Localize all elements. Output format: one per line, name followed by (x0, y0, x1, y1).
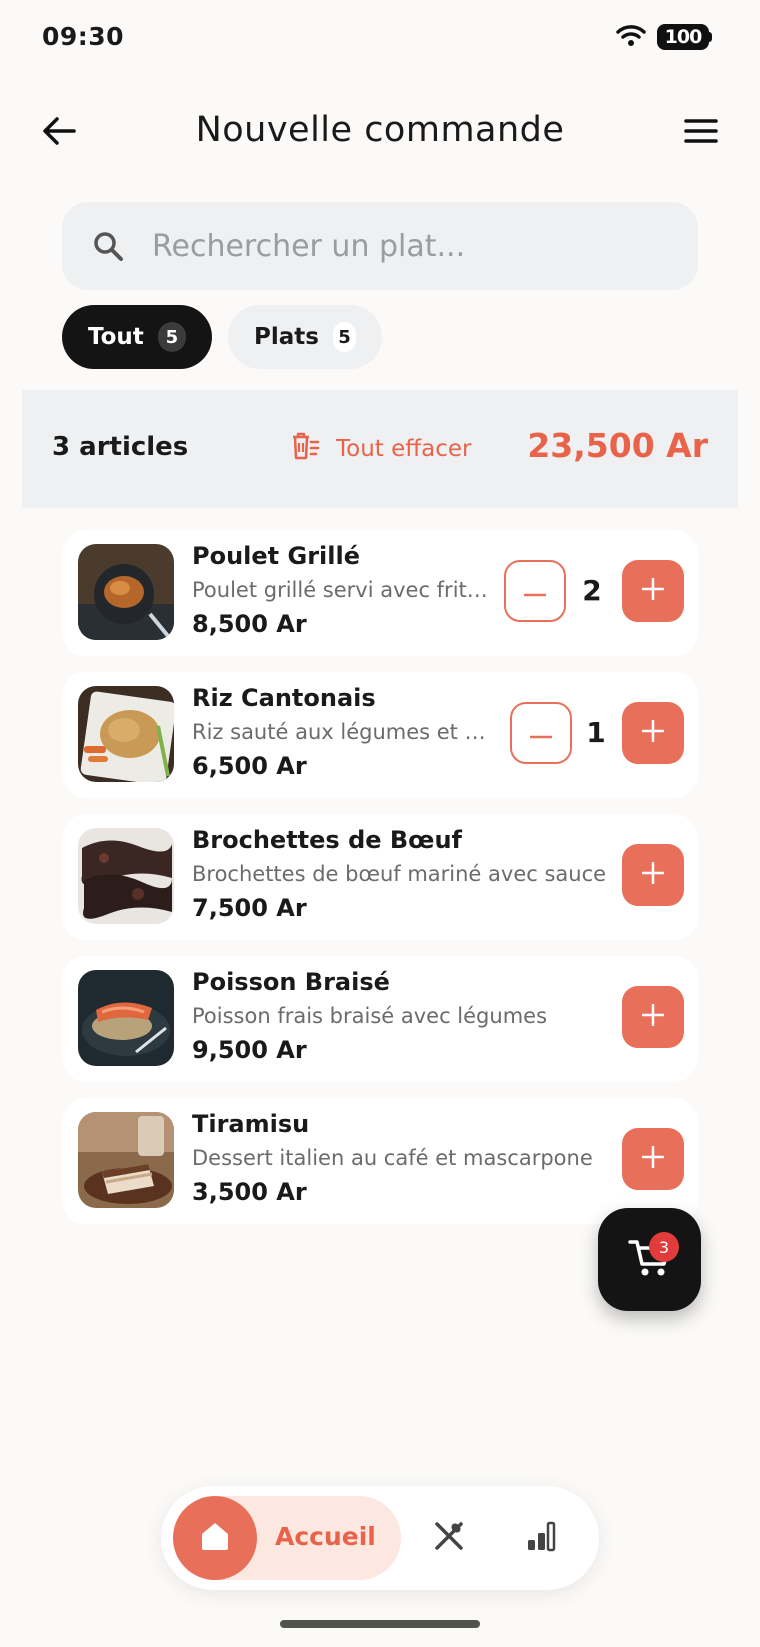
trash-icon (290, 432, 320, 466)
plus-icon (641, 577, 665, 604)
menu-item-card[interactable]: Tiramisu Dessert italien au café et masc… (62, 1098, 698, 1224)
nav-home[interactable]: Accueil (173, 1496, 401, 1580)
item-description: Brochettes de bœuf mariné avec sauce (192, 862, 607, 886)
menu-item-card[interactable]: Poisson Braisé Poisson frais braisé avec… (62, 956, 698, 1082)
item-description: Riz sauté aux légumes et crevettes (192, 720, 494, 744)
decrease-quantity-button[interactable] (504, 560, 566, 622)
minus-icon (529, 724, 553, 743)
bottom-navigation: Accueil (161, 1486, 599, 1590)
item-name: Tiramisu (192, 1110, 310, 1138)
menu-item-card[interactable]: Poulet Grillé Poulet grillé servi avec f… (62, 530, 698, 656)
item-description: Dessert italien au café et mascarpone (192, 1146, 593, 1170)
filter-chip-label: Plats (254, 324, 319, 350)
order-total: 23,500 Ar (527, 426, 708, 465)
nav-home-label: Accueil (275, 1522, 376, 1551)
item-name: Poisson Braisé (192, 968, 390, 996)
add-item-button[interactable] (622, 986, 684, 1048)
filter-chip-count: 5 (157, 322, 186, 352)
bar-chart-icon (525, 1520, 557, 1556)
home-icon (198, 1520, 232, 1556)
filter-chip-plats[interactable]: Plats 5 (228, 305, 382, 369)
clear-all-button[interactable]: Tout effacer (290, 432, 471, 466)
hamburger-menu-icon (684, 118, 718, 148)
item-name: Brochettes de Bœuf (192, 826, 462, 854)
cart-button[interactable]: 3 (598, 1208, 701, 1311)
decrease-quantity-button[interactable] (510, 702, 572, 764)
add-item-button[interactable] (622, 560, 684, 622)
battery-tip (708, 32, 712, 42)
item-description: Poisson frais braisé avec légumes (192, 1004, 548, 1028)
filter-chip-label: Tout (88, 324, 144, 350)
cart-count-badge: 3 (649, 1232, 679, 1262)
page-title: Nouvelle commande (195, 110, 565, 150)
battery-indicator: 100 (657, 24, 709, 50)
search-bar (62, 202, 698, 290)
dish-photo (78, 544, 174, 640)
search-input[interactable] (152, 202, 672, 290)
menu-item-card[interactable]: Brochettes de Bœuf Brochettes de bœuf ma… (62, 814, 698, 940)
item-price: 3,500 Ar (192, 1178, 307, 1206)
item-description: Poulet grillé servi avec frites (192, 578, 488, 602)
status-time: 09:30 (42, 22, 125, 51)
plus-icon (641, 1003, 665, 1030)
item-name: Riz Cantonais (192, 684, 376, 712)
add-item-button[interactable] (622, 702, 684, 764)
plus-icon (641, 719, 665, 746)
add-item-button[interactable] (622, 844, 684, 906)
menu-button[interactable] (678, 110, 724, 156)
menu-item-card[interactable]: Riz Cantonais Riz sauté aux légumes et c… (62, 672, 698, 798)
clear-all-label: Tout effacer (336, 436, 472, 462)
filter-chip-count: 5 (332, 322, 356, 352)
item-quantity: 2 (582, 574, 602, 607)
header: Nouvelle commande (0, 96, 760, 168)
item-price: 7,500 Ar (192, 894, 307, 922)
wifi-icon (616, 24, 646, 52)
nav-home-icon-wrapper (173, 1496, 257, 1580)
nav-menu[interactable] (427, 1516, 471, 1560)
item-price: 8,500 Ar (192, 610, 307, 638)
item-price: 6,500 Ar (192, 752, 307, 780)
nav-stats[interactable] (519, 1516, 563, 1560)
plus-icon (641, 861, 665, 888)
dish-photo (78, 970, 174, 1066)
dish-photo (78, 686, 174, 782)
home-indicator (280, 1620, 480, 1628)
plus-icon (641, 1145, 665, 1172)
article-count: 3 articles (52, 432, 189, 462)
order-summary: 3 articles Tout effacer 23,500 Ar (22, 390, 738, 508)
dish-photo (78, 1112, 174, 1208)
status-bar: 09:30 100 (0, 0, 760, 76)
utensils-icon (432, 1519, 466, 1557)
search-icon (92, 230, 124, 266)
minus-icon (523, 582, 547, 601)
item-quantity: 1 (586, 716, 606, 749)
item-name: Poulet Grillé (192, 542, 360, 570)
item-price: 9,500 Ar (192, 1036, 307, 1064)
add-item-button[interactable] (622, 1128, 684, 1190)
dish-photo (78, 828, 174, 924)
filter-chip-all[interactable]: Tout 5 (62, 305, 212, 369)
